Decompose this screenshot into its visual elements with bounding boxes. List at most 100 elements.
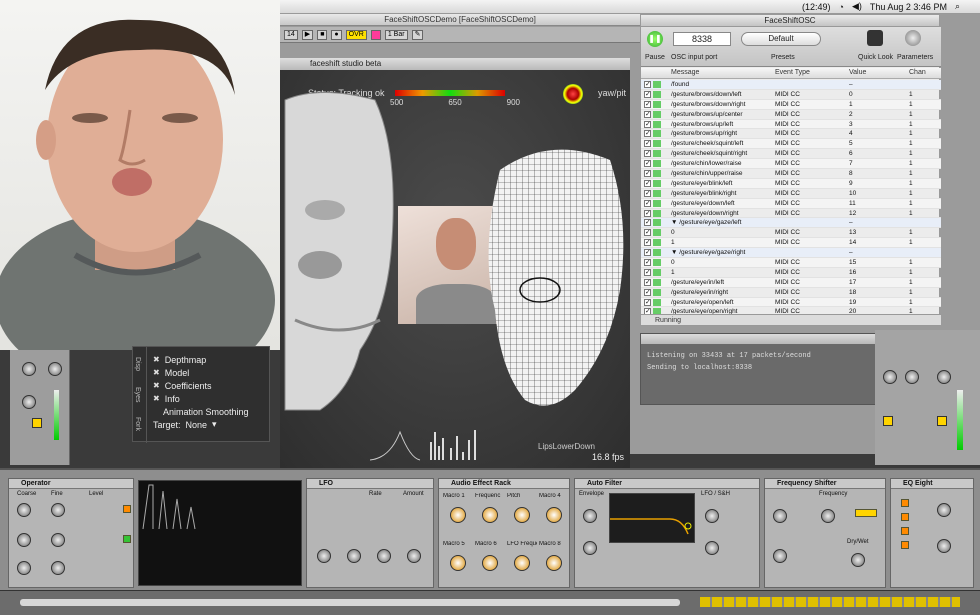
macro-knob[interactable]: [450, 555, 466, 571]
faceshift-3d-view[interactable]: Status: Tracking ok 500 650 900 yaw/pit: [280, 70, 630, 468]
osc-mapping-row[interactable]: /gesture/eye/down/leftMIDI CC111: [641, 198, 941, 209]
macro-knob[interactable]: [482, 507, 498, 523]
event-type[interactable]: MIDI CC: [775, 180, 800, 187]
volume-icon[interactable]: ◀): [852, 1, 862, 12]
osc-mapping-row[interactable]: /gesture/eye/in/left MIDI CC 17 1: [641, 277, 941, 288]
macro-knob-cell[interactable]: LFO Frequenc: [507, 541, 537, 585]
event-type[interactable]: MIDI CC: [775, 190, 800, 197]
col-message[interactable]: Message: [671, 69, 699, 76]
checkbox-icon[interactable]: ✖: [153, 355, 160, 364]
enable-checkbox[interactable]: [644, 90, 651, 98]
macro-knob[interactable]: [546, 507, 562, 523]
enable-checkbox[interactable]: [644, 298, 651, 306]
enable-checkbox[interactable]: [644, 228, 651, 237]
device-lfo[interactable]: LFO Rate Amount: [306, 478, 434, 588]
enable-checkbox[interactable]: [644, 179, 651, 187]
cc-value[interactable]: 8: [849, 170, 853, 177]
event-type[interactable]: MIDI CC: [775, 130, 800, 137]
target-select[interactable]: None: [186, 420, 208, 430]
cc-value[interactable]: –: [849, 219, 853, 226]
event-type[interactable]: MIDI CC: [775, 239, 800, 246]
wifi-icon[interactable]: ◔: [839, 2, 844, 12]
col-event-type[interactable]: Event Type: [775, 69, 810, 76]
presets-select[interactable]: Default: [741, 32, 821, 46]
freq-knob[interactable]: [773, 509, 787, 523]
quantize-select[interactable]: 1 Bar: [384, 29, 408, 40]
event-type[interactable]: MIDI CC: [775, 91, 800, 98]
enable-checkbox[interactable]: [644, 149, 651, 158]
cc-value[interactable]: 9: [849, 180, 853, 187]
midi-channel[interactable]: 1: [909, 229, 913, 236]
stop-button[interactable]: ■: [317, 29, 328, 40]
enable-checkbox[interactable]: [644, 80, 651, 88]
lfo-rate-knob[interactable]: [705, 541, 719, 555]
event-type[interactable]: MIDI CC: [775, 299, 800, 306]
operator-display[interactable]: [138, 480, 302, 586]
device-frequency-shifter[interactable]: Frequency Shifter Frequency Dry/Wet: [764, 478, 886, 588]
midi-channel[interactable]: 1: [909, 289, 913, 296]
play-button[interactable]: ▶: [301, 29, 314, 40]
event-type[interactable]: MIDI CC: [775, 121, 800, 128]
operator-toggle[interactable]: [123, 505, 131, 513]
lfo-amount-knob[interactable]: [705, 509, 719, 523]
send-knob[interactable]: [22, 362, 36, 376]
col-chan[interactable]: Chan: [909, 69, 926, 76]
midi-channel[interactable]: 1: [909, 180, 913, 187]
coarse-knob[interactable]: [17, 561, 31, 575]
cc-value[interactable]: 2: [849, 111, 853, 118]
osc-mapping-row[interactable]: /gesture/brows/down/right MIDI CC 1 1: [641, 99, 941, 110]
osc-mapping-row[interactable]: 0 MIDI CC 15 1: [641, 258, 941, 268]
cc-value[interactable]: 14: [849, 239, 856, 246]
option-info[interactable]: ✖ Info: [153, 392, 249, 405]
release-knob[interactable]: [583, 541, 597, 555]
lfo-knob[interactable]: [377, 549, 391, 563]
macro-knob-cell[interactable]: Macro 8: [539, 541, 569, 585]
cc-value[interactable]: 0: [849, 91, 853, 98]
midi-channel[interactable]: 1: [909, 150, 913, 157]
osc-mapping-row[interactable]: 1 MIDI CC 14 1: [641, 238, 941, 249]
osc-mapping-row[interactable]: /gesture/eye/down/right MIDI CC 12 1: [641, 209, 941, 219]
osc-mapping-row[interactable]: /gesture/brows/up/center MIDI CC 2 1: [641, 110, 941, 120]
midi-channel[interactable]: 1: [909, 91, 913, 98]
lfo-knob[interactable]: [407, 549, 421, 563]
option-model[interactable]: ✖ Model: [153, 366, 249, 379]
enable-checkbox[interactable]: [644, 129, 651, 138]
cc-value[interactable]: 17: [849, 279, 856, 286]
fine-knob[interactable]: [51, 503, 65, 517]
ovr-button[interactable]: OVR: [345, 29, 367, 40]
midi-channel[interactable]: 1: [909, 200, 913, 207]
fine-knob[interactable]: [51, 533, 65, 547]
midi-channel[interactable]: 1: [909, 101, 913, 108]
device-audio-effect-rack[interactable]: Audio Effect Rack Macro 1 Frequenc Pitch Ma…: [438, 478, 570, 588]
midi-channel[interactable]: 1: [909, 160, 913, 167]
cc-value[interactable]: 12: [849, 210, 856, 217]
operator-toggle[interactable]: [123, 535, 131, 543]
eq-band-toggle[interactable]: [901, 527, 909, 535]
event-type[interactable]: MIDI CC: [775, 210, 800, 217]
enable-checkbox[interactable]: [644, 199, 651, 207]
option-depthmap[interactable]: ✖ Depthmap: [153, 353, 249, 366]
cc-value[interactable]: 4: [849, 130, 853, 137]
attack-knob[interactable]: [583, 509, 597, 523]
midi-channel[interactable]: 1: [909, 140, 913, 147]
macro-knob[interactable]: [482, 555, 498, 571]
pause-button[interactable]: ❚❚: [647, 31, 663, 47]
shift-button[interactable]: [855, 509, 877, 517]
event-type[interactable]: MIDI CC: [775, 259, 800, 266]
cc-value[interactable]: 3: [849, 121, 853, 128]
track-activator-button[interactable]: [937, 416, 947, 426]
fine-knob[interactable]: [51, 561, 65, 575]
draw-mode-icon[interactable]: ✎: [411, 29, 424, 40]
enable-checkbox[interactable]: [644, 100, 651, 108]
event-type[interactable]: MIDI CC: [775, 111, 800, 118]
track-activator-button[interactable]: [883, 416, 893, 426]
enable-checkbox[interactable]: [644, 218, 651, 227]
freq-knob[interactable]: [773, 549, 787, 563]
send-knob[interactable]: [905, 370, 919, 384]
tab-fork[interactable]: Fork: [134, 417, 141, 431]
checkbox-icon[interactable]: ✖: [153, 381, 160, 390]
option-coefficients[interactable]: ✖ Coefficients: [153, 379, 249, 392]
osc-mapping-row[interactable]: /gesture/eye/blink/right MIDI CC 10 1: [641, 189, 941, 199]
cc-value[interactable]: 6: [849, 150, 853, 157]
osc-mapping-row[interactable]: /gesture/brows/up/right MIDI CC 4 1: [641, 129, 941, 140]
